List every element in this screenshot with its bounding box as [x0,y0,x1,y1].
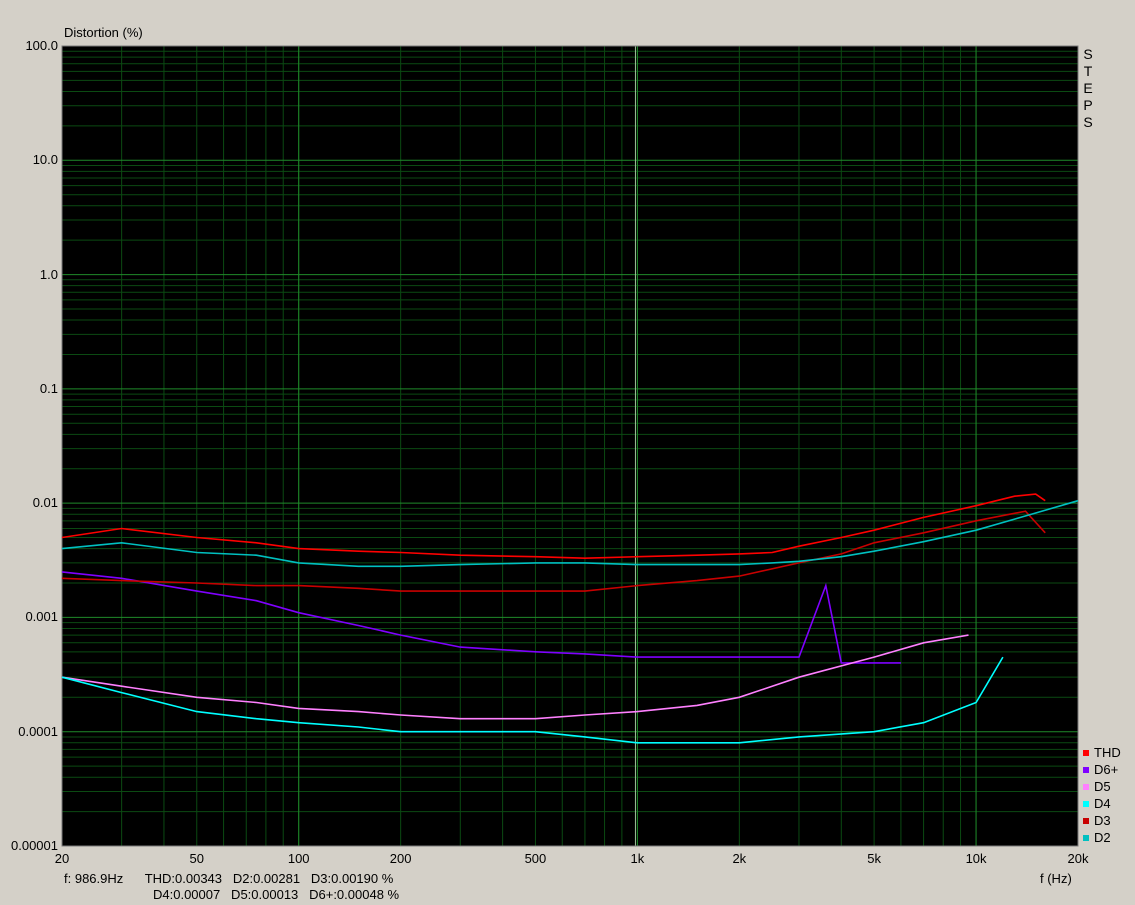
y-tick-label: 0.1 [39,380,58,396]
y-tick-label: 0.001 [25,609,58,625]
legend: THD D6+ D5 D4 D3 D2 [1083,744,1121,846]
legend-item[interactable]: D6+ [1083,761,1121,778]
legend-swatch [1083,749,1089,756]
y-tick-label: 100.0 [25,38,58,53]
x-tick-label: 10k [965,851,987,866]
y-axis-label: Distortion (%) [64,25,143,40]
legend-swatch [1083,800,1089,807]
x-tick-label: 20 [54,851,70,866]
readout-line-2: D4:0.00007 D5:0.00013 D6+:0.00048 % [153,887,400,902]
steps-letter: E [1083,80,1093,96]
x-tick-label: 500 [524,851,547,866]
legend-item[interactable]: D2 [1083,829,1121,846]
y-tick-label: 1.0 [39,266,58,282]
y-tick-label: 0.01 [32,495,58,511]
legend-swatch [1083,766,1089,773]
steps-letter: S [1083,46,1093,62]
y-tick-label: 10.0 [32,152,58,168]
legend-label: D3 [1094,813,1111,828]
steps-letter: S [1083,114,1093,130]
x-axis-label: f (Hz) [1040,871,1072,886]
x-tick-label: 200 [389,851,412,866]
x-tick-label: 1k [630,851,645,866]
legend-label: D4 [1094,796,1111,811]
legend-item[interactable]: D4 [1083,795,1121,812]
y-tick-label: 0.0001 [18,723,58,739]
x-tick-label: 2k [732,851,747,866]
legend-label: THD [1094,745,1121,760]
x-tick-label: 5k [867,851,881,866]
x-tick-label: 50 [189,851,204,866]
legend-swatch [1083,834,1089,841]
legend-item[interactable]: D3 [1083,812,1121,829]
legend-label: D5 [1094,779,1111,794]
x-tick-label: 20k [1067,851,1089,866]
x-tick-label: 100 [287,851,310,866]
steps-letter: T [1083,63,1093,79]
legend-label: D2 [1094,830,1111,845]
legend-item[interactable]: THD [1083,744,1121,761]
readout-line-1: f: 986.9Hz THD:0.00343 D2:0.00281 D3:0.0… [64,871,394,886]
legend-label: D6+ [1094,762,1119,777]
distortion-chart [61,45,1079,847]
legend-item[interactable]: D5 [1083,778,1121,795]
legend-swatch [1083,783,1089,790]
steps-button[interactable]: STEPS [1081,46,1095,131]
legend-swatch [1083,817,1089,824]
steps-letter: P [1083,97,1093,113]
